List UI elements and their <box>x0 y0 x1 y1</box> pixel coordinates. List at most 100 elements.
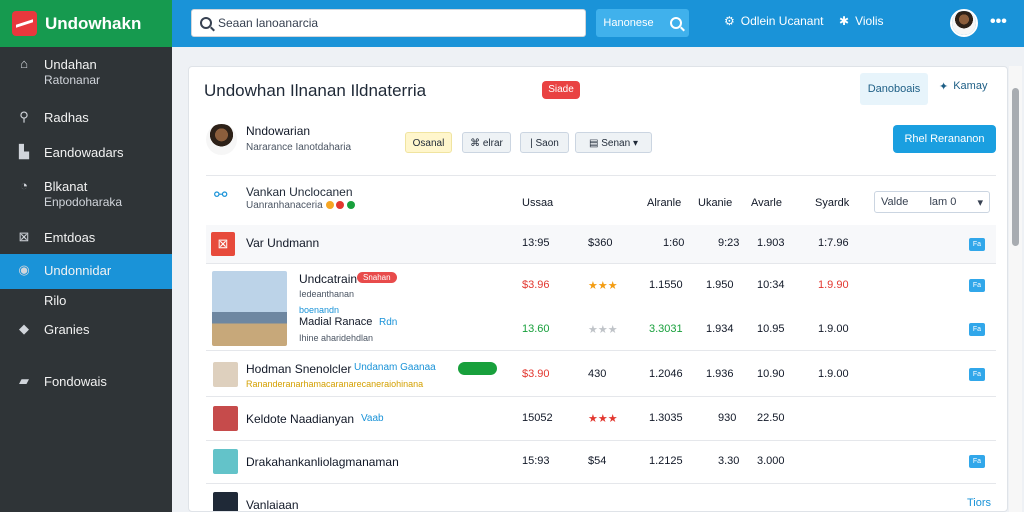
dashboard-button[interactable]: Danoboais <box>860 73 928 105</box>
row-action-icon[interactable]: Fa <box>969 455 985 468</box>
kamay-link[interactable]: ✦ Kamay <box>939 80 987 93</box>
thumbnail <box>213 406 238 431</box>
chevron-down-icon: ▾ <box>630 138 638 149</box>
top-search-button[interactable]: Hanonese <box>596 9 689 37</box>
primary-action-button[interactable]: Rhel Rerananon <box>893 125 996 153</box>
filter-dropdown[interactable]: ▤ Senan ▾ <box>575 132 652 153</box>
scrollbar-thumb[interactable] <box>1012 88 1019 246</box>
table-row[interactable]: Hodman Snenolcler Undanam Gaanaa Ranande… <box>206 355 996 397</box>
column-header[interactable]: Avarle <box>751 197 782 209</box>
column-header[interactable]: Ussaa <box>522 197 553 209</box>
column-header[interactable]: Ukanie <box>698 197 732 209</box>
more-icon[interactable]: ••• <box>990 13 1007 31</box>
search-icon <box>200 17 212 29</box>
star-icon: ✦ <box>939 81 949 93</box>
row-subtitle: Ihine aharidehdlan <box>299 333 374 343</box>
gear-icon: ⚙ <box>724 14 735 28</box>
row-action-icon[interactable]: Fa <box>969 368 985 381</box>
sidebar-item-2[interactable]: ⚲ Radhas <box>0 110 172 130</box>
top-search-button-label: Hanonese <box>603 17 654 29</box>
table-meta: Uanranhanaceria <box>246 200 356 211</box>
globe-icon: ◉ <box>18 262 30 277</box>
rating-stars: ★★★ <box>588 413 618 425</box>
avatar <box>206 124 237 155</box>
brand-icon <box>12 11 37 36</box>
row-value: 1.934 <box>706 323 734 335</box>
value-select[interactable]: Valde lam 0 ▾ <box>874 191 990 213</box>
row-subtitle: boenandn <box>299 305 340 315</box>
row-subtitle: Iedeanthanan <box>299 289 355 299</box>
rating-stars: ★★★ <box>588 324 618 336</box>
alert-icon: ⊠ <box>211 232 235 256</box>
kamay-link-label: Kamay <box>953 80 988 92</box>
row-action-icon[interactable]: Fa <box>969 323 985 336</box>
top-link-2[interactable]: ✱ Violis <box>839 14 884 28</box>
row-value: $3.96 <box>522 279 550 291</box>
table-row[interactable]: Keldote Naadianyan Vaab 15052 ★★★ 1.3035… <box>206 399 996 441</box>
row-value: 1.1550 <box>649 279 683 291</box>
search-placeholder: Seaan lanoanarcia <box>218 16 319 30</box>
row-value: 1.936 <box>706 368 734 380</box>
filter-chip[interactable]: Osanal <box>405 132 452 153</box>
sidebar-item-7[interactable]: ◆ Granies <box>0 322 172 342</box>
sidebar-item-6[interactable]: ◉ Undonnidar <box>0 254 172 289</box>
row-tag: Snahan <box>357 272 397 283</box>
sidebar-item-4[interactable]: ◔ Blkanat Enpodoharaka <box>0 179 172 217</box>
sidebar-item-label: Blkanat <box>44 179 88 194</box>
sidebar-item-8[interactable]: ▰ Fondowais <box>0 374 172 394</box>
row-action-icon[interactable]: Fa <box>969 238 985 251</box>
top-link-1[interactable]: ⚙ Odlein Ucanant <box>724 14 823 28</box>
table-meta-label: Uanranhanaceria <box>246 200 323 211</box>
row-title: Var Undmann <box>246 236 320 250</box>
thumbnail <box>213 362 238 387</box>
table-row[interactable]: Undcatrain Snahan Iedeanthanan boenandn … <box>206 267 996 351</box>
sidebar-item-label: Fondowais <box>44 374 107 389</box>
chart-icon: ▙ <box>19 144 29 159</box>
sidebar-subitem[interactable]: Rilo <box>0 293 172 309</box>
table-row[interactable]: Vanlaiaan Tiors <box>206 486 996 511</box>
table-title: Vankan Unclocanen <box>246 185 353 199</box>
row-value: 13.60 <box>522 323 550 335</box>
row-value: 3.000 <box>757 455 785 467</box>
row-value: 930 <box>718 412 737 424</box>
row-action[interactable]: Tiors <box>967 497 991 509</box>
user-subtitle: Nararance Ianotdaharia <box>246 142 352 153</box>
table-row[interactable]: Drakahankanliolagmanaman 15:93 $54 1.212… <box>206 442 996 484</box>
row-value: 10:34 <box>757 279 785 291</box>
chevron-down-icon: ▾ <box>977 196 983 209</box>
app-title: Undowhakn <box>45 13 142 33</box>
network-icon: ⚯ <box>214 187 228 204</box>
column-header[interactable]: Alranle <box>647 197 681 209</box>
row-title: Keldote Naadianyan <box>246 412 355 426</box>
sidebar-item-label: Radhas <box>44 110 89 125</box>
row-title: Hodman Snenolcler <box>246 362 352 376</box>
status-dot-icon <box>347 201 356 210</box>
app-logo[interactable]: Undowhakn <box>0 0 172 47</box>
filter-chip[interactable]: | Saon <box>520 132 569 153</box>
sidebar-item-1[interactable]: ⌂ Undahan Ratonanar <box>0 57 172 95</box>
scrollbar[interactable] <box>1009 66 1022 512</box>
filter-chip-label: Saon <box>535 138 559 149</box>
row-action-icon[interactable]: Fa <box>969 279 985 292</box>
row-value: 1.903 <box>757 237 785 249</box>
main-card: Undowhan Ilnanan Ildnaterria Siade Danob… <box>188 66 1008 512</box>
sidebar-item-label: Eandowadars <box>44 145 124 160</box>
row-value: 1.9.00 <box>818 368 849 380</box>
status-badge: Siade <box>542 81 580 99</box>
table-row[interactable]: ⊠ Var Undmann 13:95 $360 1:60 9:23 1.903… <box>206 225 996 264</box>
page-title: Undowhan Ilnanan Ildnaterria <box>204 81 427 100</box>
row-value: 1.9.00 <box>818 323 849 335</box>
filter-chip-label: elrar <box>482 138 503 149</box>
avatar[interactable] <box>950 9 978 37</box>
sidebar-item-label: Undahan <box>44 57 97 72</box>
rating-stars: ★★★ <box>588 280 618 292</box>
sidebar-item-sub: Enpodoharaka <box>44 195 123 209</box>
filter-chip[interactable]: ⌘ elrar <box>462 132 511 153</box>
column-header[interactable]: Syardk <box>815 197 849 209</box>
location-icon: ◔ <box>20 178 28 193</box>
sidebar-item-3[interactable]: ▙ Eandowadars <box>0 145 172 165</box>
calendar-icon: ⌘ <box>470 138 483 149</box>
search-input[interactable]: Seaan lanoanarcia <box>191 9 586 37</box>
sidebar-item-5[interactable]: ⊠ Emtdoas <box>0 230 172 250</box>
sidebar-item-label: Granies <box>44 322 90 337</box>
